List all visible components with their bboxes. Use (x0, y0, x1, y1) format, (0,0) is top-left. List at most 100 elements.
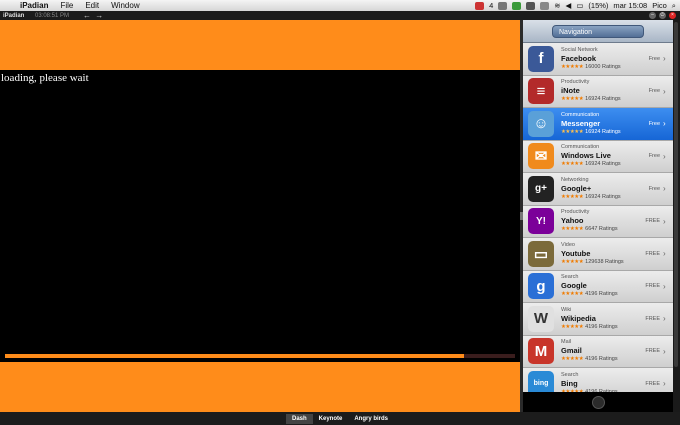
app-list-item[interactable]: bing SearchBing★★★★★4196 RatingsFREE› (523, 368, 673, 394)
app-info: Search Google ★★★★★ 4196 Ratings (561, 274, 645, 298)
app-category: Networking (561, 176, 589, 183)
star-rating-icon: ★★★★★ (561, 356, 584, 363)
search-icon: g (528, 273, 554, 300)
menu-file[interactable]: File (54, 1, 79, 10)
star-rating-icon: ★★★★★ (561, 193, 584, 200)
gmail-icon: M (528, 338, 554, 365)
app-price: FREE (645, 218, 660, 225)
app-name: Windows Live (561, 151, 611, 161)
menu-app-name[interactable]: iPadian (14, 1, 54, 10)
app-list-item[interactable]: ✉ Communication Windows Live ★★★★★ 16924 Rat… (523, 140, 673, 173)
close-icon[interactable]: × (669, 12, 676, 19)
star-rating-icon: ★★★★★ (561, 128, 584, 135)
power-icon[interactable]: ⏻ (659, 12, 666, 19)
app-category: Social Network (561, 46, 598, 53)
app-info: Productivity iNote ★★★★★ 16924 Ratings (561, 79, 649, 103)
app-list-item[interactable]: ☺ Communication Messenger ★★★★★ 16924 Rating… (523, 108, 673, 141)
sync-icon[interactable] (540, 1, 550, 10)
facebook-icon: f (528, 45, 554, 72)
chevron-right-icon: › (663, 151, 666, 161)
app-price: FREE (645, 380, 660, 387)
tray-app-icon[interactable] (475, 1, 485, 10)
wikipedia-icon: W (528, 305, 554, 332)
app-list-item[interactable]: g Search Google ★★★★★ 4196 Ratings FREE › (523, 270, 673, 303)
app-price: FREE (645, 283, 660, 290)
loading-message: loading, please wait (1, 72, 89, 84)
home-bar (523, 392, 673, 412)
ratings-count: 129638 Ratings (585, 258, 624, 265)
ratings-count: 16924 Ratings (585, 161, 621, 168)
chevron-right-icon: › (663, 119, 666, 129)
dock-tab-angry-birds[interactable]: Angry birds (348, 414, 394, 424)
chevron-right-icon: › (663, 281, 666, 291)
note-icon: ≡ (528, 78, 554, 105)
app-rating: ★★★★★ 129638 Ratings (561, 258, 645, 266)
bottom-dock: Dash Keynote Angry birds (0, 412, 680, 425)
tray-icon[interactable] (498, 1, 508, 10)
ipadian-title: iPadian (3, 12, 25, 19)
spotlight-search-icon[interactable]: ⌕ (672, 1, 676, 11)
loading-progress-bar (5, 354, 515, 358)
user-name[interactable]: Pico (652, 1, 667, 10)
star-rating-icon: ★★★★★ (561, 63, 584, 70)
app-list-item[interactable]: M Mail Gmail ★★★★★ 4196 Ratings FREE › (523, 335, 673, 368)
dock-tab-keynote[interactable]: Keynote (313, 414, 349, 424)
app-name: iNote (561, 86, 580, 96)
app-list-item[interactable]: Y! Productivity Yahoo ★★★★★ 6647 Ratings FREE… (523, 205, 673, 238)
scrollbar-thumb[interactable] (674, 22, 678, 367)
ratings-count: 4196 Ratings (585, 356, 618, 363)
menu-edit[interactable]: Edit (79, 1, 105, 10)
app-price: Free (648, 185, 660, 192)
app-rating: ★★★★★ 16924 Ratings (561, 95, 649, 103)
app-rating: ★★★★★ 16924 Ratings (561, 193, 649, 201)
app-name: Youtube (561, 248, 591, 258)
clock[interactable]: mar 15:08 (613, 1, 647, 10)
battery-icon[interactable]: ▭ (576, 1, 583, 10)
bing-icon: bing (528, 370, 554, 394)
app-rating: ★★★★★4196 Ratings (561, 355, 645, 363)
app-price: Free (648, 120, 660, 127)
cloud-icon[interactable] (526, 1, 536, 10)
app-price: Free (648, 153, 660, 160)
navigation-button[interactable]: Navigation (552, 24, 644, 38)
menu-window[interactable]: Window (105, 1, 145, 10)
app-name: Bing (561, 378, 578, 388)
app-name: Messenger (561, 118, 601, 128)
ratings-count: 16924 Ratings (585, 96, 621, 103)
app-list-item[interactable]: g+ Networking Google+ ★★★★★ 16924 Ratings Fre… (523, 173, 673, 206)
app-name: Google (561, 281, 587, 291)
chevron-right-icon: › (663, 216, 666, 226)
star-rating-icon: ★★★★★ (561, 258, 584, 265)
app-list-item[interactable]: f Social Network Facebook ★★★★★ 16000 Rating… (523, 43, 673, 76)
app-info: Social Network Facebook ★★★★★ 16000 Ratings (561, 47, 649, 71)
home-button[interactable] (591, 395, 605, 409)
app-list-item[interactable]: ≡ Productivity iNote ★★★★★ 16924 Ratings Free… (523, 75, 673, 108)
orange-banner-top (0, 20, 520, 70)
star-rating-icon: ★★★★★ (561, 291, 584, 298)
ratings-count: 16000 Ratings (585, 63, 621, 70)
app-rating: ★★★★★ 16000 Ratings (561, 63, 649, 71)
orange-banner-bottom (0, 362, 520, 412)
wifi-icon[interactable]: ≋ (554, 1, 560, 10)
ratings-count: 6647 Ratings (585, 226, 618, 233)
back-forward-arrows-icon[interactable]: ← → (83, 11, 104, 20)
dock-tab-dash[interactable]: Dash (285, 413, 313, 424)
app-category: Productivity (561, 79, 590, 86)
google-plus-icon: g+ (528, 175, 554, 202)
volume-icon[interactable]: ◀ (566, 1, 572, 10)
star-rating-icon: ★★★★★ (561, 323, 584, 330)
ratings-count: 16924 Ratings (585, 193, 621, 200)
chevron-right-icon: › (663, 314, 666, 324)
ratings-count: 16924 Ratings (585, 128, 621, 135)
app-category: Communication (561, 111, 600, 118)
tray-icon[interactable] (512, 1, 522, 10)
star-rating-icon: ★★★★★ (561, 226, 584, 233)
navigation-header: Navigation (523, 20, 673, 43)
app-list-item[interactable]: ▭ Video Youtube ★★★★★ 129638 Ratings FREE › (523, 238, 673, 271)
app-name: Google+ (561, 183, 592, 193)
battery-percent: (15%) (588, 1, 609, 10)
app-name: Gmail (561, 346, 582, 356)
minimize-icon[interactable]: – (649, 12, 656, 19)
app-list-item[interactable]: W Wiki Wikipedia ★★★★★ 4196 Ratings FREE › (523, 303, 673, 336)
chevron-right-icon: › (663, 86, 666, 96)
